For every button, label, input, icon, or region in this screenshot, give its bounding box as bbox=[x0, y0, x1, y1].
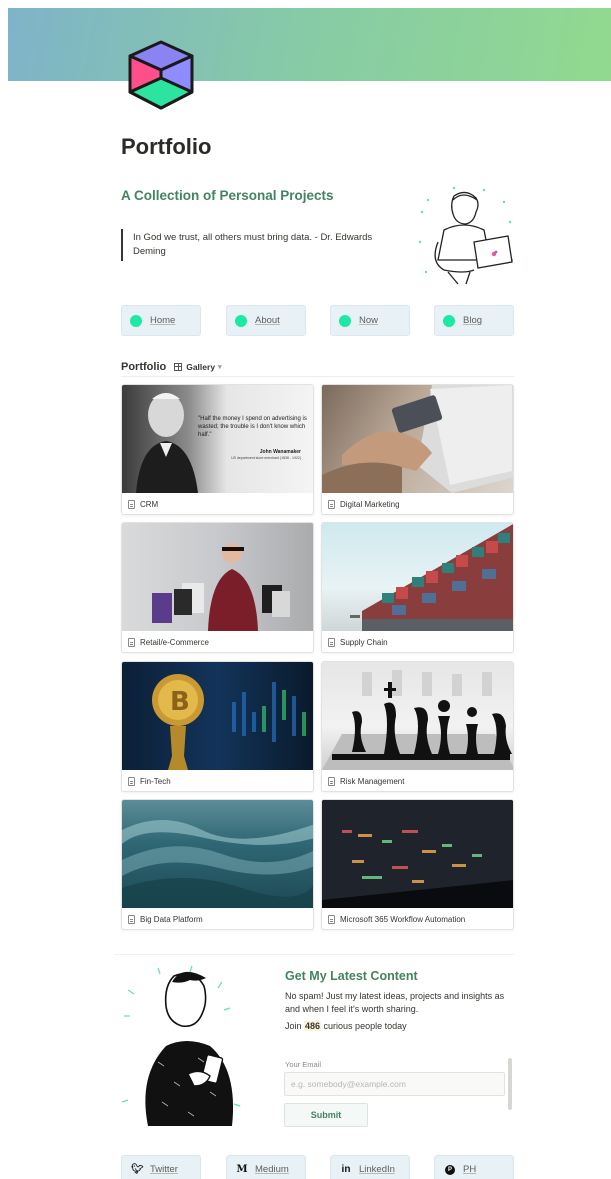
card-cover-image bbox=[322, 662, 513, 770]
newsletter-title: Get My Latest Content bbox=[285, 969, 418, 983]
social-label: LinkedIn bbox=[359, 1163, 395, 1175]
twitter-button[interactable]: 🐦︎ Twitter bbox=[121, 1155, 201, 1179]
quote-block: In God we trust, all others must bring d… bbox=[121, 229, 391, 261]
page-icon bbox=[328, 776, 335, 786]
card-image-quote: "Half the money I spend on advertising i… bbox=[198, 416, 307, 438]
card-cover-image bbox=[122, 523, 313, 631]
gallery-view-switcher[interactable]: Gallery ▾ bbox=[174, 361, 222, 372]
card-title: Fin-Tech bbox=[140, 776, 171, 786]
newsletter-join-text: Join 486 curious people today bbox=[285, 1021, 407, 1031]
page-icon bbox=[328, 914, 335, 924]
green-dot-icon bbox=[339, 314, 351, 327]
nav-about-button[interactable]: About bbox=[226, 305, 306, 336]
join-prefix: Join bbox=[285, 1021, 305, 1031]
join-suffix: curious people today bbox=[321, 1021, 407, 1031]
chevron-down-icon: ▾ bbox=[218, 363, 222, 371]
card-title: Retail/e-Commerce bbox=[140, 637, 209, 647]
nav-home-button[interactable]: Home bbox=[121, 305, 201, 336]
page-icon bbox=[128, 499, 135, 509]
social-label: Twitter bbox=[150, 1163, 178, 1175]
man-with-laptop-illustration bbox=[418, 186, 514, 285]
card-cover-image bbox=[322, 800, 513, 908]
linkedin-button[interactable]: in LinkedIn bbox=[330, 1155, 410, 1179]
submit-button[interactable]: Submit bbox=[284, 1103, 368, 1127]
card-cover-image: B bbox=[122, 662, 313, 770]
product-hunt-icon: P bbox=[444, 1163, 456, 1175]
gallery-card-big-data-platform[interactable]: Big Data Platform bbox=[121, 799, 314, 930]
email-label: Your Email bbox=[285, 1060, 321, 1069]
gallery-card-risk-management[interactable]: Risk Management bbox=[321, 661, 514, 792]
green-dot-icon bbox=[443, 314, 455, 327]
card-cover-image bbox=[322, 385, 513, 493]
nav-label: Now bbox=[359, 315, 379, 326]
cube-logo-icon bbox=[128, 40, 194, 110]
card-title: Digital Marketing bbox=[340, 499, 400, 509]
gallery-grid-icon bbox=[174, 362, 183, 371]
product-hunt-button[interactable]: P PH bbox=[434, 1155, 514, 1179]
subscriber-count: 486 bbox=[304, 1021, 322, 1031]
card-title: CRM bbox=[140, 499, 159, 509]
twitter-icon: 🐦︎ bbox=[131, 1163, 144, 1175]
page-subtitle: A Collection of Personal Projects bbox=[121, 188, 334, 203]
linkedin-icon: in bbox=[341, 1163, 351, 1175]
email-field[interactable] bbox=[284, 1072, 505, 1096]
nav-label: About bbox=[255, 315, 280, 326]
card-title: Microsoft 365 Workflow Automation bbox=[340, 914, 466, 924]
nav-label: Home bbox=[150, 315, 176, 326]
card-cover-image: "Half the money I spend on advertising i… bbox=[122, 385, 313, 493]
page-icon bbox=[128, 637, 135, 647]
nav-blog-button[interactable]: Blog bbox=[434, 305, 514, 336]
gallery-card-microsoft-365[interactable]: Microsoft 365 Workflow Automation bbox=[321, 799, 514, 930]
card-image-author: John Wanamaker bbox=[259, 449, 301, 455]
social-label: PH bbox=[463, 1163, 477, 1175]
gallery-card-supply-chain[interactable]: Supply Chain bbox=[321, 522, 514, 653]
newsletter-description: No spam! Just my latest ideas, projects … bbox=[285, 991, 505, 1014]
man-with-phone-illustration bbox=[121, 965, 241, 1126]
embed-scrollbar[interactable] bbox=[508, 1058, 512, 1110]
card-title: Supply Chain bbox=[340, 637, 388, 647]
card-title: Risk Management bbox=[340, 776, 405, 786]
medium-icon: M bbox=[236, 1163, 248, 1175]
gallery-card-crm[interactable]: "Half the money I spend on advertising i… bbox=[121, 384, 314, 515]
gallery-title: Portfolio bbox=[121, 360, 167, 373]
social-label: Medium bbox=[255, 1163, 289, 1175]
gallery-card-fintech[interactable]: B Fin-Tech bbox=[121, 661, 314, 792]
green-dot-icon bbox=[235, 314, 247, 327]
gallery-view-label: Gallery bbox=[186, 361, 216, 372]
green-dot-icon bbox=[130, 314, 142, 327]
svg-text:B: B bbox=[170, 687, 190, 717]
page-icon bbox=[328, 499, 335, 509]
gallery-card-retail[interactable]: Retail/e-Commerce bbox=[121, 522, 314, 653]
gallery-header: Portfolio Gallery ▾ bbox=[121, 357, 514, 377]
page-icon bbox=[328, 637, 335, 647]
card-cover-image bbox=[122, 800, 313, 908]
page-title: Portfolio bbox=[121, 134, 212, 159]
cover-banner bbox=[8, 8, 611, 81]
nav-label: Blog bbox=[463, 315, 483, 326]
nav-now-button[interactable]: Now bbox=[330, 305, 410, 336]
card-image-author-note: US department store merchant (1838 - 192… bbox=[231, 456, 301, 460]
medium-button[interactable]: M Medium bbox=[226, 1155, 306, 1179]
card-title: Big Data Platform bbox=[140, 914, 203, 924]
page-icon bbox=[128, 776, 135, 786]
gallery-card-digital-marketing[interactable]: Digital Marketing bbox=[321, 384, 514, 515]
card-cover-image bbox=[322, 523, 513, 631]
page-icon bbox=[128, 914, 135, 924]
